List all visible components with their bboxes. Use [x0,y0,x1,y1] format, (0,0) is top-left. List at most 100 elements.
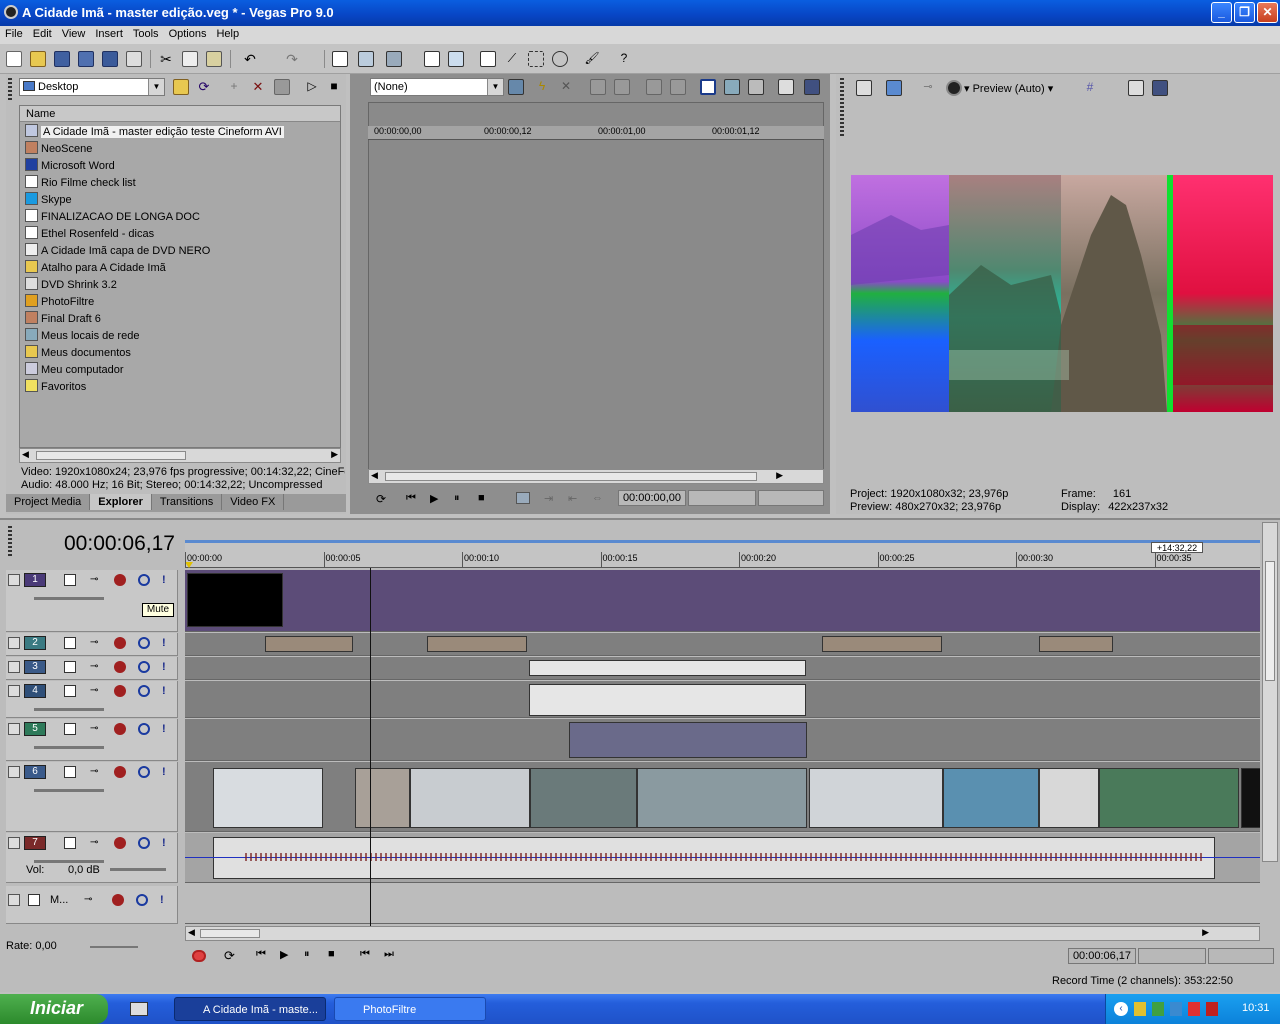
timeline-ruler[interactable]: +14:32,22 00:00:00 00:00:05 00:00:10 00:00:… [185,540,1260,568]
bypass-fx-icon[interactable]: ⊸ [920,80,936,96]
location-dropdown[interactable]: Desktop ▼ [19,78,165,96]
loop-playback-icon[interactable]: ⟳ [224,948,238,963]
task-vegas[interactable]: A Cidade Imã - maste... [174,997,326,1021]
new-icon[interactable] [6,51,22,67]
snow-clip[interactable] [213,768,323,828]
tree-clip[interactable] [1099,768,1239,828]
timeline-scrollbar[interactable]: ◀ ▶ [185,926,1260,941]
track-number[interactable]: 5 [24,722,46,736]
file-list-item[interactable]: Atalho para A Cidade Imã [25,260,166,276]
file-list-item[interactable]: Ethel Rosenfeld - dicas [25,226,154,242]
expand-track-icon[interactable] [8,685,20,697]
track-fx-icon[interactable] [114,766,126,778]
trim-right-icon[interactable]: ⇤ [568,492,582,505]
stop-icon[interactable]: ■ [328,948,342,960]
copy-snapshot-icon[interactable] [1128,80,1144,96]
track-motion-icon[interactable]: ⊸ [90,837,102,849]
track-number[interactable]: 3 [24,660,46,674]
file-list-item[interactable]: NeoScene [25,141,92,157]
file-list-item[interactable]: A Cidade Imã - master edição teste Cinef… [25,124,284,140]
file-list-item[interactable]: Favoritos [25,379,86,395]
track-lane-4[interactable] [185,681,1260,718]
solo-icon[interactable]: ! [162,837,174,849]
name-column-header[interactable]: Name [20,106,340,122]
open-icon[interactable] [30,51,46,67]
network-icon[interactable] [1152,1002,1164,1016]
pause-icon[interactable]: ⏸ [454,492,468,504]
audio-volume-slider[interactable] [110,868,166,871]
menu-options[interactable]: Options [164,26,212,40]
menu-insert[interactable]: Insert [90,26,128,40]
views-icon[interactable] [274,79,290,95]
track-lane-7-audio[interactable] [185,833,1260,883]
security-icon[interactable] [1134,1002,1146,1016]
level-slider[interactable] [34,708,104,711]
video-clip[interactable] [1039,768,1099,828]
save-as-icon[interactable] [78,51,94,67]
close-button[interactable]: ✕ [1257,2,1278,23]
lock-envelopes-icon[interactable] [424,51,440,67]
show-audio-icon[interactable] [748,79,764,95]
expand-track-icon[interactable] [8,766,20,778]
expand-track-icon[interactable] [8,574,20,586]
show-video-audio-icon[interactable] [724,79,740,95]
app-tray-icon[interactable] [1188,1002,1200,1016]
track-fx-icon[interactable] [114,837,126,849]
trim-both-icon[interactable]: ⇔ [592,492,606,504]
fx-chain-icon[interactable] [112,894,124,906]
compositing-mode-icon[interactable] [64,837,76,849]
track-number[interactable]: 2 [24,636,46,650]
ignore-grouping-icon[interactable] [448,51,464,67]
trimmer-clear-icon[interactable]: ✕ [558,79,574,95]
save-snapshot-icon[interactable] [1152,80,1168,96]
envelope-tool-icon[interactable]: ⟋ [504,51,520,67]
level-slider[interactable] [34,597,104,600]
quick-launch-icon[interactable] [130,1002,148,1016]
track-motion-icon[interactable]: ⊸ [90,574,102,586]
expand-track-icon[interactable] [8,637,20,649]
track-motion-icon[interactable]: ⊸ [90,685,102,697]
track-number[interactable]: 6 [24,765,46,779]
expand-track-icon[interactable] [8,837,20,849]
snow-clip[interactable] [809,768,943,828]
solo-icon[interactable]: ! [162,766,174,778]
black-video-clip[interactable] [187,573,283,627]
trimmer-mode-icon[interactable] [508,79,524,95]
panel-grip[interactable] [8,78,12,100]
trimmer-select-icon[interactable] [516,492,530,504]
enable-snapping-icon[interactable] [332,51,348,67]
video-clip[interactable] [822,636,942,652]
save-icon[interactable] [54,51,70,67]
track-number[interactable]: 4 [24,684,46,698]
expand-track-icon[interactable] [8,723,20,735]
landscape-clip[interactable] [530,768,637,828]
trimmer-view[interactable] [368,102,824,470]
level-slider[interactable] [34,746,104,749]
menu-view[interactable]: View [57,26,91,40]
delete-icon[interactable]: ✕ [250,79,266,95]
track-fx-icon[interactable] [114,685,126,697]
file-list-item[interactable]: Meu computador [25,362,124,378]
track-motion-icon[interactable]: ⊸ [90,766,102,778]
trimmer-fx-icon[interactable]: ϟ [534,79,550,95]
task-photofiltre[interactable]: PhotoFiltre [334,997,486,1021]
tab-project-media[interactable]: Project Media [6,494,91,510]
fx-icon[interactable]: ⊸ [84,894,96,906]
refresh-icon[interactable]: ⟳ [196,79,212,95]
master-bus-lane[interactable] [185,884,1260,924]
compositing-mode-icon[interactable] [64,661,76,673]
whats-this-icon[interactable]: ? [616,51,632,67]
portrait-clips[interactable] [569,722,807,758]
trimmer-ruler[interactable]: 00:00:00,00 00:00:00,12 00:00:01,00 00:0… [368,126,824,140]
start-preview-icon[interactable]: ▷ [304,79,320,95]
track-lane-2[interactable] [185,633,1260,656]
overlays-icon[interactable]: # [1082,80,1098,96]
show-video-icon[interactable] [700,79,716,95]
solo-icon[interactable]: ! [162,637,174,649]
solo-icon[interactable]: ! [162,723,174,735]
compositing-mode-icon[interactable] [64,685,76,697]
track-motion-icon[interactable]: ⊸ [90,637,102,649]
video-clip[interactable] [410,768,530,828]
add-folder-icon[interactable]: + [226,79,242,95]
current-time-display[interactable]: 00:00:06,17 [64,532,175,556]
